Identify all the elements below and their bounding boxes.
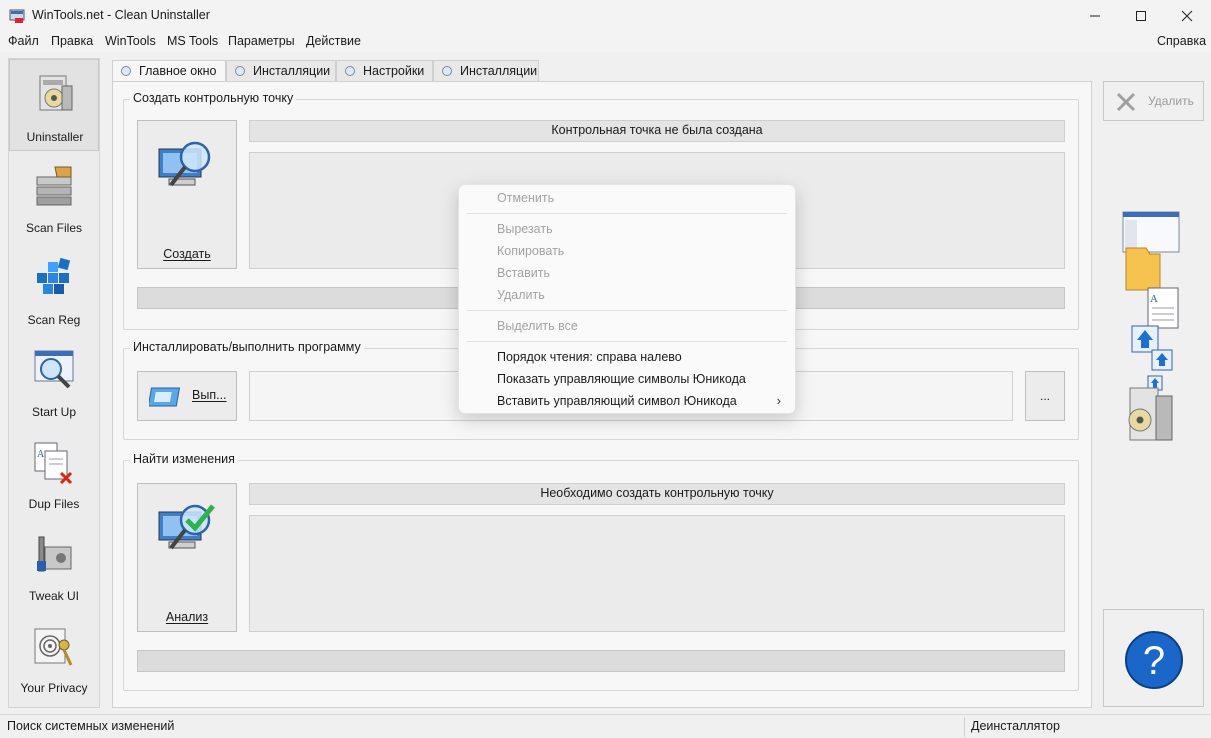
sidebar: Uninstaller Scan Files Scan Reg Start Up… [8, 58, 100, 708]
tab-installations[interactable]: Инсталляции [226, 60, 336, 82]
ctx-copy[interactable]: Копировать [497, 244, 564, 258]
menu-bar: Файл Правка WinTools MS Tools Параметры … [0, 32, 1211, 52]
tab-radio-icon [345, 66, 355, 76]
close-button[interactable] [1164, 0, 1210, 32]
sidebar-item-label: Start Up [31, 405, 76, 419]
svg-text:A: A [1150, 293, 1158, 305]
scan-reg-icon [37, 257, 71, 294]
scan-files-icon [36, 166, 72, 206]
tab-label: Инсталляции [460, 64, 538, 78]
close-icon [1181, 10, 1193, 22]
group-title: Найти изменения [130, 452, 238, 466]
sidebar-item-tweak-ui[interactable]: Tweak UI [9, 519, 99, 611]
status-bar: Поиск системных изменений Деинсталлятор [0, 714, 1211, 738]
checkpoint-status: Контрольная точка не была создана [249, 120, 1065, 142]
sidebar-item-scan-files[interactable]: Scan Files [9, 151, 99, 243]
menu-parameters[interactable]: Параметры [228, 34, 295, 48]
delete-button[interactable]: Удалить [1103, 81, 1204, 121]
tab-installations-2[interactable]: Инсталляции [433, 60, 539, 82]
privacy-icon [34, 628, 73, 666]
menu-edit[interactable]: Правка [51, 34, 93, 48]
sidebar-item-scan-reg[interactable]: Scan Reg [9, 243, 99, 335]
monitor-search-icon [158, 141, 211, 187]
sidebar-item-start-up[interactable]: Start Up [9, 335, 99, 427]
menu-action[interactable]: Действие [306, 34, 361, 48]
tab-settings[interactable]: Настройки [336, 60, 433, 82]
run-program-button[interactable]: Вып... [137, 371, 237, 421]
tab-radio-icon [442, 66, 452, 76]
menu-wintools[interactable]: WinTools [105, 34, 156, 48]
menu-file[interactable]: Файл [8, 34, 39, 48]
title-bar: WinTools.net - Clean Uninstaller [0, 0, 1211, 32]
svg-text:?: ? [1143, 639, 1165, 683]
minimize-icon [1090, 15, 1100, 17]
create-label: Создать [163, 247, 211, 261]
sidebar-item-privacy[interactable]: Your Privacy [9, 611, 99, 703]
window-title: WinTools.net - Clean Uninstaller [32, 8, 210, 22]
analyze-button[interactable]: Анализ [137, 483, 237, 632]
minimize-button[interactable] [1072, 0, 1118, 32]
ctx-paste[interactable]: Вставить [497, 266, 550, 280]
analyze-label: Анализ [165, 610, 209, 624]
help-question-icon: ? [1125, 631, 1183, 689]
changes-progress [137, 650, 1065, 672]
create-checkpoint-button[interactable]: Создать [137, 120, 237, 269]
sidebar-item-label: Your Privacy [20, 681, 88, 695]
start-up-icon [34, 350, 74, 389]
run-icon [149, 387, 181, 407]
dup-files-icon: A [34, 442, 73, 485]
group-title: Инсталлировать/выполнить программу [130, 340, 364, 354]
sidebar-item-label: Scan Files [25, 221, 83, 235]
tab-radio-icon [121, 66, 131, 76]
run-label: Вып... [192, 388, 227, 402]
changes-group: Найти изменения Анализ Необходимо создат… [123, 452, 1079, 691]
sidebar-item-dup-files[interactable]: A Dup Files [9, 427, 99, 519]
sidebar-item-label: Dup Files [28, 497, 80, 511]
ctx-insert-unicode[interactable]: Вставить управляющий символ Юникода [497, 394, 737, 408]
ctx-select-all[interactable]: Выделить все [497, 319, 578, 333]
ctx-separator [467, 341, 787, 342]
menu-mstools[interactable]: MS Tools [167, 34, 218, 48]
tweak-ui-icon [37, 536, 72, 572]
tab-label: Главное окно [139, 64, 217, 78]
group-title: Создать контрольную точку [130, 91, 297, 105]
uninstaller-icon [39, 75, 73, 111]
tab-radio-icon [235, 66, 245, 76]
status-right: Деинсталлятор [971, 719, 1060, 733]
changes-status: Необходимо создать контрольную точку [249, 483, 1065, 505]
delete-x-icon [1116, 92, 1136, 112]
tab-label: Настройки [363, 64, 425, 78]
changes-log[interactable] [249, 515, 1065, 632]
sidebar-item-label: Uninstaller [26, 130, 84, 144]
maximize-button[interactable] [1118, 0, 1164, 32]
browse-label: ... [1039, 389, 1050, 403]
sidebar-item-label: Scan Reg [27, 313, 81, 327]
browse-button[interactable]: ... [1025, 371, 1065, 421]
help-button[interactable]: ? [1103, 609, 1204, 707]
chevron-right-icon: › [776, 393, 781, 408]
sidebar-item-uninstaller[interactable]: Uninstaller [9, 59, 99, 151]
ctx-undo[interactable]: Отменить [497, 191, 554, 205]
svg-text:A: A [37, 449, 45, 460]
menu-help[interactable]: Справка [1157, 34, 1206, 48]
ctx-delete[interactable]: Удалить [497, 288, 545, 302]
ctx-separator [467, 310, 787, 311]
sidebar-item-label: Tweak UI [28, 589, 79, 603]
ctx-rtl-reading[interactable]: Порядок чтения: справа налево [497, 350, 682, 364]
maximize-icon [1136, 11, 1146, 21]
app-icon [9, 9, 25, 23]
ctx-show-unicode[interactable]: Показать управляющие символы Юникода [497, 372, 746, 386]
tab-label: Инсталляции [253, 64, 331, 78]
monitor-check-icon [158, 504, 215, 550]
context-menu: Отменить Вырезать Копировать Вставить Уд… [458, 184, 796, 414]
uninstall-illustration-icon: A [1122, 211, 1180, 441]
delete-label: Удалить [1148, 94, 1194, 108]
ctx-cut[interactable]: Вырезать [497, 222, 553, 236]
status-left: Поиск системных изменений [7, 719, 175, 733]
ctx-separator [467, 213, 787, 214]
status-divider [964, 717, 965, 737]
